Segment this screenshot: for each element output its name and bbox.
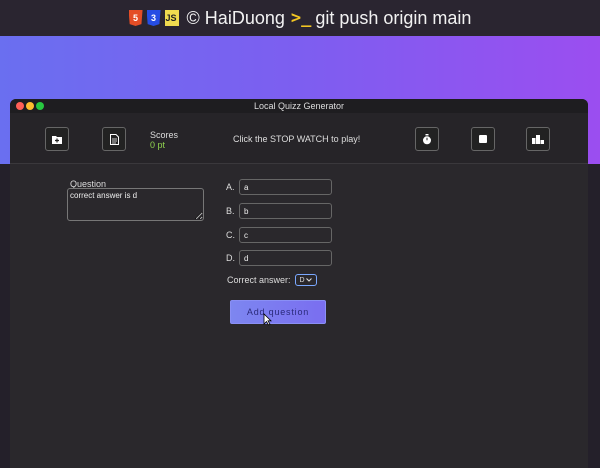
window-controls [16, 102, 44, 110]
folder-add-icon [52, 135, 62, 144]
css3-icon: 3 [146, 10, 161, 26]
play-prompt: Click the STOP WATCH to play! [233, 134, 361, 144]
option-letter: D. [226, 253, 235, 263]
leaderboard-button[interactable] [526, 127, 550, 151]
mouse-cursor-icon [263, 313, 272, 326]
option-a-input[interactable] [239, 179, 332, 195]
chevron-down-icon [305, 278, 312, 282]
option-letter: A. [226, 182, 235, 192]
question-textarea[interactable]: correct answer is d [67, 188, 204, 221]
option-letter: C. [226, 230, 235, 240]
option-row-c: C. [226, 227, 332, 243]
option-row-b: B. [226, 203, 332, 219]
maximize-dot[interactable] [36, 102, 44, 110]
scores-label: Scores [150, 130, 179, 140]
new-file-button[interactable] [102, 127, 126, 151]
terminal-icon: >_ [290, 8, 312, 28]
document-icon [109, 133, 119, 145]
option-letter: B. [226, 206, 235, 216]
page-header: 5 3 JS © HaiDuong >_ git push origin mai… [0, 0, 600, 36]
app-window: Local Quizz Generator Scores 0 pt Click … [10, 99, 588, 468]
close-dot[interactable] [16, 102, 24, 110]
option-b-input[interactable] [239, 203, 332, 219]
javascript-icon: JS [164, 10, 179, 26]
option-row-a: A. [226, 179, 332, 195]
stopwatch-icon [423, 133, 431, 144]
add-question-button[interactable]: Add question [230, 300, 326, 324]
html5-icon: 5 [128, 10, 143, 26]
open-folder-button[interactable] [45, 127, 69, 151]
correct-answer-select[interactable]: D [294, 274, 317, 286]
correct-answer-label: Correct answer: [227, 275, 291, 285]
minimize-dot[interactable] [26, 102, 34, 110]
scores-panel: Scores 0 pt [150, 130, 178, 150]
stopwatch-button[interactable] [415, 127, 439, 151]
window-titlebar: Local Quizz Generator [10, 99, 588, 113]
selected-answer: D [299, 276, 305, 284]
command-text: git push origin main [315, 7, 472, 28]
window-title: Local Quizz Generator [253, 101, 345, 111]
stop-icon [479, 135, 487, 143]
option-row-d: D. [226, 250, 332, 266]
copyright-text: © HaiDuong [186, 7, 285, 28]
option-d-input[interactable] [239, 250, 332, 266]
scores-value: 0 pt [150, 140, 166, 150]
quiz-form: Question correct answer is d A. B. C. D.… [10, 164, 588, 467]
stop-button[interactable] [471, 127, 495, 151]
correct-answer-row: Correct answer: D [227, 274, 317, 286]
option-c-input[interactable] [239, 227, 332, 243]
leaderboard-icon [532, 134, 544, 144]
toolbar: Scores 0 pt Click the STOP WATCH to play… [10, 113, 588, 164]
